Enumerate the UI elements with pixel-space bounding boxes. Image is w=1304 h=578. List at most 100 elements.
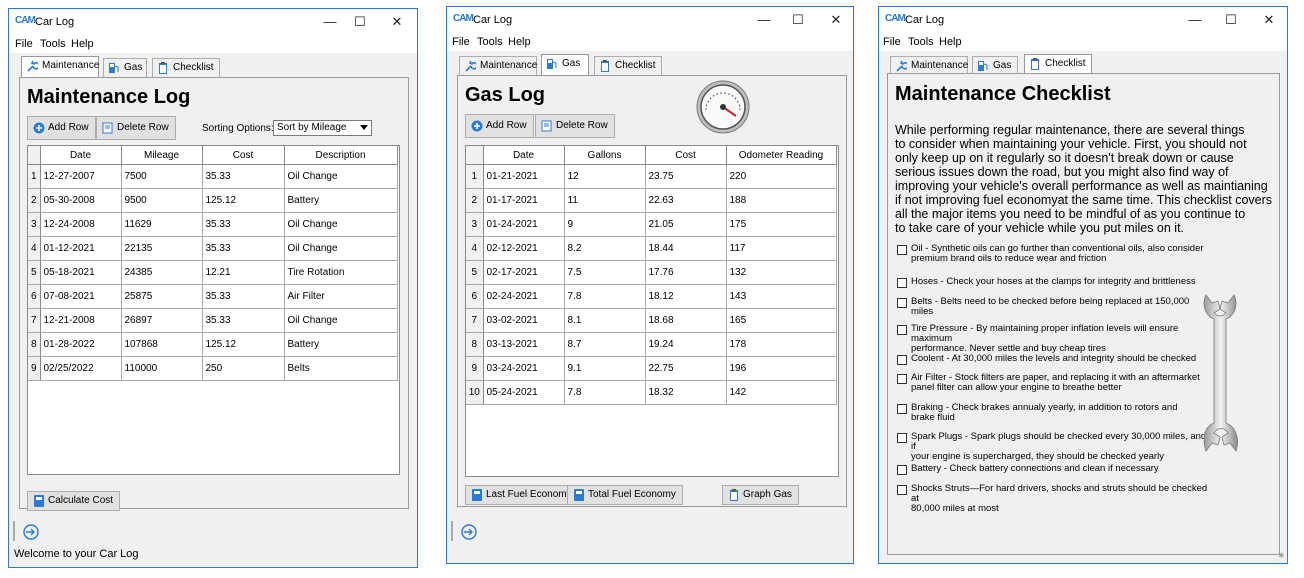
table-row[interactable]: 10 05-24-2021 7.8 18.32 142	[466, 380, 837, 405]
table-cell[interactable]: 220	[726, 164, 837, 189]
column-header[interactable]: Cost	[645, 146, 727, 165]
table-cell[interactable]: 01-21-2021	[483, 164, 565, 189]
checkbox[interactable]	[897, 485, 907, 495]
table-cell[interactable]: 05-30-2008	[40, 188, 122, 213]
table-cell[interactable]: 07-08-2021	[40, 284, 122, 309]
table-row[interactable]: 5 05-18-2021 24385 12.21 Tire Rotation	[28, 260, 398, 285]
table-cell[interactable]: 01-28-2022	[40, 332, 122, 357]
table-row[interactable]: 9 02/25/2022 110000 250 Belts	[28, 356, 398, 381]
maximize-button[interactable]: ☐	[1220, 11, 1242, 29]
table-cell[interactable]: 35.33	[202, 284, 285, 309]
table-cell[interactable]: 12-24-2008	[40, 212, 122, 237]
checkbox[interactable]	[897, 278, 907, 288]
table-cell[interactable]: 142	[726, 380, 837, 405]
close-button[interactable]: ✕	[1258, 11, 1280, 29]
table-cell[interactable]: 188	[726, 188, 837, 213]
checkbox[interactable]	[897, 298, 907, 308]
table-cell[interactable]: 03-02-2021	[483, 308, 565, 333]
table-cell[interactable]: 17.76	[645, 260, 727, 285]
table-cell[interactable]: Oil Change	[284, 236, 398, 261]
checkbox[interactable]	[897, 433, 907, 443]
table-row[interactable]: 3 12-24-2008 11629 35.33 Oil Change	[28, 212, 398, 237]
row-number[interactable]: 4	[28, 236, 41, 261]
column-header[interactable]: Mileage	[121, 146, 203, 165]
minimize-button[interactable]: —	[753, 11, 775, 29]
table-cell[interactable]: 23.75	[645, 164, 727, 189]
row-number[interactable]: 5	[466, 260, 484, 285]
close-button[interactable]: ✕	[825, 11, 847, 29]
checkbox[interactable]	[897, 404, 907, 414]
table-row[interactable]: 4 01-12-2021 22135 35.33 Oil Change	[28, 236, 398, 261]
exit-icon[interactable]	[23, 524, 39, 540]
row-number[interactable]: 9	[466, 356, 484, 381]
menu-help[interactable]: Help	[71, 38, 94, 50]
minimize-button[interactable]: —	[319, 13, 341, 31]
checkbox[interactable]	[897, 465, 907, 475]
table-cell[interactable]: 7500	[121, 164, 203, 189]
table-cell[interactable]: 178	[726, 332, 837, 357]
row-number[interactable]: 6	[466, 284, 484, 309]
row-number[interactable]: 8	[466, 332, 484, 357]
tab-checklist[interactable]: Checklist	[594, 56, 662, 75]
table-cell[interactable]: 12-27-2007	[40, 164, 122, 189]
table-cell[interactable]: 143	[726, 284, 837, 309]
add-row-button[interactable]: Add Row	[27, 116, 96, 140]
table-cell[interactable]: 8.7	[564, 332, 646, 357]
tab-maintenance[interactable]: Maintenance	[21, 56, 99, 77]
menu-file[interactable]: File	[452, 36, 470, 48]
table-cell[interactable]: Oil Change	[284, 164, 398, 189]
table-cell[interactable]: 117	[726, 236, 837, 261]
column-header[interactable]: Date	[40, 146, 122, 165]
table-cell[interactable]: 250	[202, 356, 285, 381]
table-cell[interactable]: 35.33	[202, 212, 285, 237]
table-cell[interactable]: 12-21-2008	[40, 308, 122, 333]
table-cell[interactable]: 35.33	[202, 308, 285, 333]
table-row[interactable]: 4 02-12-2021 8.2 18.44 117	[466, 236, 837, 261]
table-cell[interactable]: 8.2	[564, 236, 646, 261]
tab-gas[interactable]: Gas	[541, 54, 589, 75]
table-row[interactable]: 8 03-13-2021 8.7 19.24 178	[466, 332, 837, 357]
checkbox[interactable]	[897, 355, 907, 365]
table-cell[interactable]: 11	[564, 188, 646, 213]
toolbar-grip[interactable]	[451, 521, 453, 541]
table-row[interactable]: 3 01-24-2021 9 21.05 175	[466, 212, 837, 237]
table-row[interactable]: 1 01-21-2021 12 23.75 220	[466, 164, 837, 189]
column-header[interactable]: Odometer Reading	[726, 146, 837, 165]
table-cell[interactable]: 01-24-2021	[483, 212, 565, 237]
maximize-button[interactable]: ☐	[349, 13, 371, 31]
table-cell[interactable]: 02-17-2021	[483, 260, 565, 285]
tab-maintenance[interactable]: Maintenance	[459, 56, 537, 75]
table-cell[interactable]: 22.75	[645, 356, 727, 381]
table-row[interactable]: 9 03-24-2021 9.1 22.75 196	[466, 356, 837, 381]
row-number[interactable]: 2	[28, 188, 41, 213]
row-number[interactable]: 3	[28, 212, 41, 237]
table-cell[interactable]: Tire Rotation	[284, 260, 398, 285]
table-cell[interactable]: 35.33	[202, 164, 285, 189]
table-cell[interactable]: 7.5	[564, 260, 646, 285]
table-cell[interactable]: 35.33	[202, 236, 285, 261]
row-number[interactable]: 3	[466, 212, 484, 237]
total-fuel-economy-button[interactable]: Total Fuel Economy	[567, 485, 683, 505]
table-row[interactable]: 2 01-17-2021 11 22.63 188	[466, 188, 837, 213]
table-cell[interactable]: 02-12-2021	[483, 236, 565, 261]
table-cell[interactable]: 107868	[121, 332, 203, 357]
row-number[interactable]: 4	[466, 236, 484, 261]
table-cell[interactable]: 21.05	[645, 212, 727, 237]
delete-row-button[interactable]: Delete Row	[96, 116, 176, 140]
title-bar[interactable]: CAM Car Log — ☐ ✕	[447, 7, 853, 33]
table-cell[interactable]: 24385	[121, 260, 203, 285]
table-cell[interactable]: 19.24	[645, 332, 727, 357]
maximize-button[interactable]: ☐	[787, 11, 809, 29]
table-cell[interactable]: Battery	[284, 188, 398, 213]
table-cell[interactable]: 9.1	[564, 356, 646, 381]
column-header[interactable]: Cost	[202, 146, 285, 165]
table-cell[interactable]: Oil Change	[284, 212, 398, 237]
table-row[interactable]: 7 03-02-2021 8.1 18.68 165	[466, 308, 837, 333]
table-row[interactable]: 5 02-17-2021 7.5 17.76 132	[466, 260, 837, 285]
row-number[interactable]: 2	[466, 188, 484, 213]
table-cell[interactable]: 12.21	[202, 260, 285, 285]
table-row[interactable]: 6 07-08-2021 25875 35.33 Air Filter	[28, 284, 398, 309]
table-cell[interactable]: 02-24-2021	[483, 284, 565, 309]
table-cell[interactable]: 22.63	[645, 188, 727, 213]
table-row[interactable]: 2 05-30-2008 9500 125.12 Battery	[28, 188, 398, 213]
